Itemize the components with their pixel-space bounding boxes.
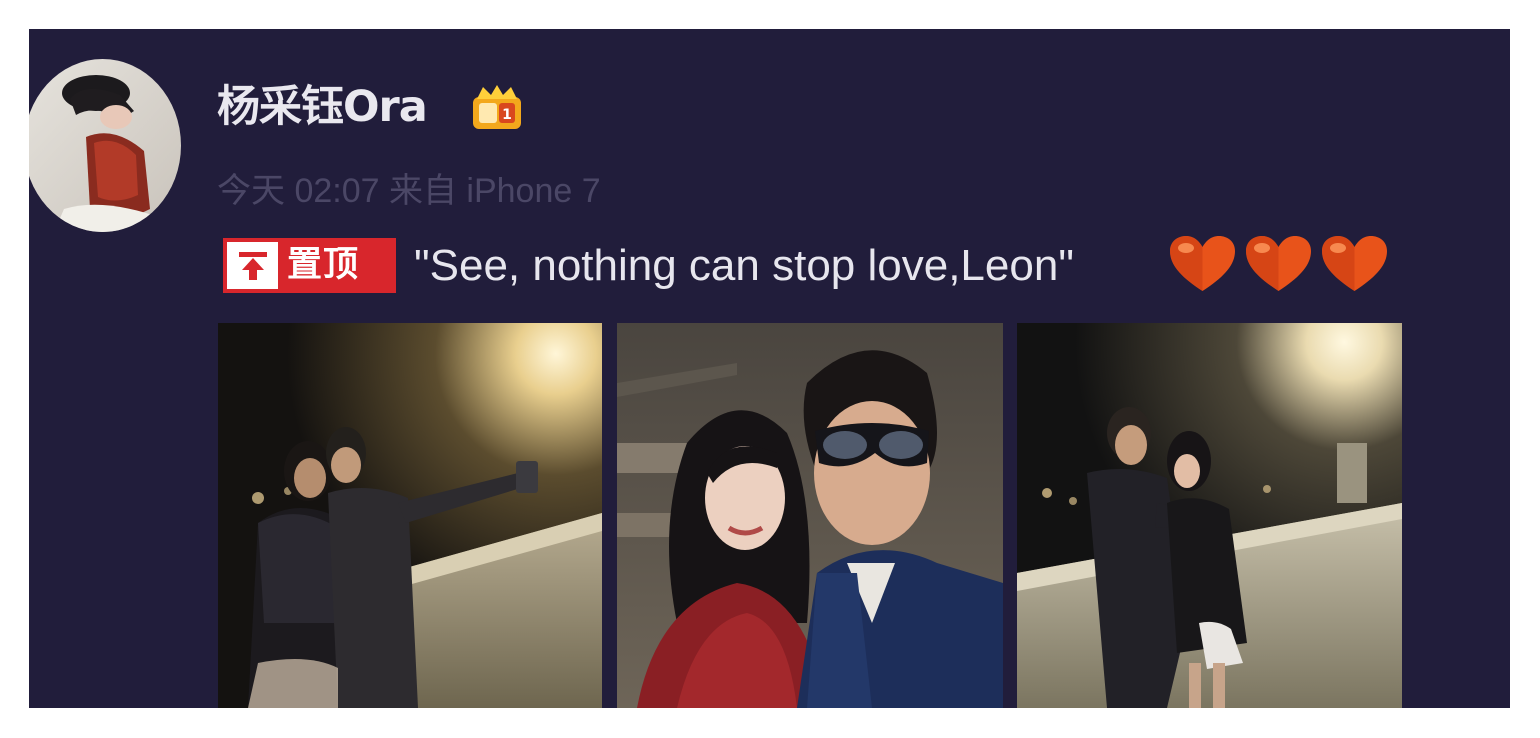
heart-emoji-icon: [1243, 233, 1314, 295]
heart-emoji-icon: [1167, 233, 1238, 295]
pin-to-top-icon: [227, 242, 278, 289]
vip-crown-badge-icon: 1: [469, 83, 525, 131]
post-meta: 今天 02:07 来自 iPhone 7: [217, 172, 601, 210]
pinned-label: 置顶: [287, 245, 360, 285]
post-photo-2[interactable]: [617, 323, 1003, 708]
heart-emojis: [1167, 233, 1390, 295]
avatar[interactable]: [29, 59, 181, 232]
svg-text:1: 1: [502, 107, 512, 123]
pinned-tag: 置顶: [223, 238, 396, 293]
post-text: "See, nothing can stop love,Leon": [414, 241, 1074, 290]
weibo-post-card: 杨采钰Ora 1 今天 02:07 来自 iPhone 7 置顶 "See, n…: [29, 29, 1510, 708]
post-photo-3[interactable]: [1017, 323, 1402, 708]
heart-emoji-icon: [1319, 233, 1390, 295]
post-photo-1[interactable]: [218, 323, 602, 708]
username[interactable]: 杨采钰Ora: [217, 82, 428, 132]
